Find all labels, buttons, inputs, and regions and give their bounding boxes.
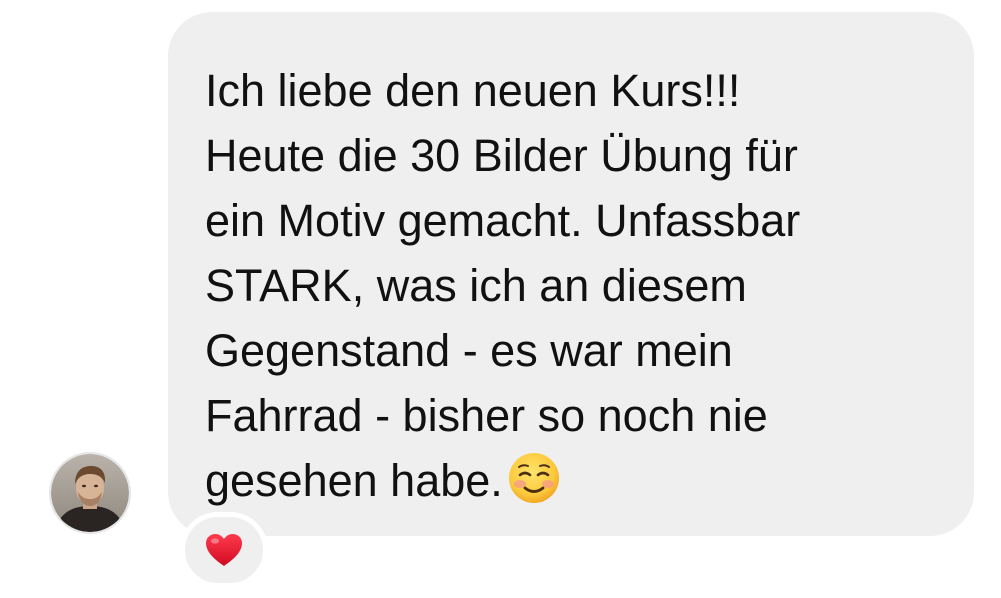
smiling-face-icon <box>508 453 559 503</box>
message-line-5: Gegenstand - es war mein <box>205 325 733 376</box>
avatar-photo <box>51 454 129 532</box>
message-line-2: Heute die 30 Bilder Übung für <box>205 130 798 181</box>
heart-reaction[interactable] <box>180 512 268 588</box>
message-line-3: ein Motiv gemacht. Unfassbar <box>205 195 801 246</box>
chat-view: Ich liebe den neuen Kurs!!! Heute die 30… <box>0 0 1001 598</box>
message-bubble[interactable]: Ich liebe den neuen Kurs!!! Heute die 30… <box>168 12 974 536</box>
message-line-4: STARK, was ich an diesem <box>205 260 747 311</box>
message-line-7: gesehen habe. <box>205 455 503 506</box>
message-line-7-wrap: gesehen habe. <box>205 448 944 513</box>
sender-avatar[interactable] <box>49 452 131 534</box>
heart-icon <box>206 534 242 566</box>
message-line-1: Ich liebe den neuen Kurs!!! <box>205 65 741 116</box>
message-line-6: Fahrrad - bisher so noch nie <box>205 390 768 441</box>
